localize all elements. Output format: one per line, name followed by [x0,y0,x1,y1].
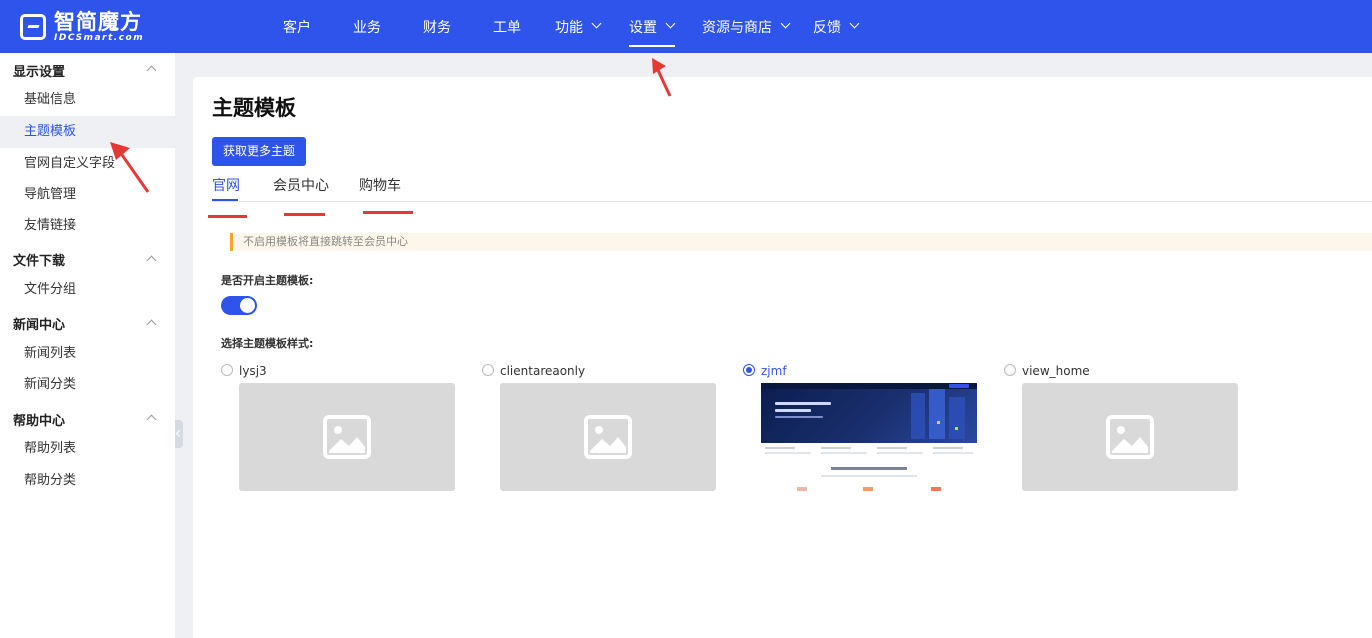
red-arrow-icon [110,142,150,193]
brand-logo[interactable]: 智简魔方 IDCSmart.com [20,10,144,44]
tab-member-center[interactable]: 会员中心 [273,175,329,195]
chevron-up-icon[interactable] [146,414,157,425]
theme-thumbnail-lysj3[interactable] [239,383,455,491]
nav-item-customers[interactable]: 客户 [283,0,311,53]
enable-template-label: 是否开启主题模板: [221,274,314,287]
preview-icon [863,487,873,491]
tab-website[interactable]: 官网 [212,175,240,195]
image-placeholder-icon [323,415,371,459]
image-placeholder-icon [584,415,632,459]
preview-subline [775,416,823,418]
brand-name-en: IDCSmart.com [54,32,145,43]
sidebar-group-display[interactable]: 显示设置 [13,61,65,80]
theme-radio-lysj3[interactable] [221,364,233,376]
theme-radio-view-home[interactable] [1004,364,1016,376]
preview-headline [775,402,831,405]
annotation-underline [284,213,325,216]
chevron-down-icon [665,18,676,29]
chevron-up-icon[interactable] [146,319,157,330]
sidebar-item-friend-links[interactable]: 友情链接 [0,210,175,242]
preview-feature [821,447,851,449]
red-arrow-icon [652,58,672,97]
nav-item-features[interactable]: 功能 [555,0,602,53]
theme-radio-zjmf[interactable] [743,364,755,376]
annotation-underline [363,211,413,214]
preview-graphic [937,421,940,424]
preview-headline [775,409,811,412]
nav-item-feedback[interactable]: 反馈 [813,0,860,53]
theme-thumbnail-zjmf[interactable] [761,383,977,491]
preview-feature [877,452,923,454]
preview-feature [933,447,963,449]
select-style-label: 选择主题模板样式: [221,337,314,350]
sidebar-group-news[interactable]: 新闻中心 [13,314,65,333]
theme-radio-clientareaonly[interactable] [482,364,494,376]
sidebar-item-help-categories[interactable]: 帮助分类 [0,465,175,497]
tab-shopping-cart[interactable]: 购物车 [359,175,401,195]
theme-label-lysj3[interactable]: lysj3 [239,364,267,378]
preview-graphic [955,427,958,430]
tabs-divider [212,201,1372,202]
preview-graphic [929,389,945,439]
preview-feature [933,452,973,454]
preview-section-sub [821,475,917,477]
annotation-underline [208,215,247,218]
preview-section-title [831,467,907,470]
preview-feature [821,452,867,454]
logo-icon [20,14,46,40]
chevron-down-icon [849,18,860,29]
preview-graphic [949,397,965,439]
chevron-down-icon [780,18,791,29]
preview-feature [765,447,795,449]
sidebar-item-file-groups[interactable]: 文件分组 [0,274,175,306]
nav-item-resources-store[interactable]: 资源与商店 [702,0,791,53]
brand-name-cn: 智简魔方 [54,9,142,34]
sidebar-group-downloads[interactable]: 文件下载 [13,250,65,269]
preview-graphic [911,393,925,439]
preview-icon [931,487,941,491]
sidebar-item-basic-info[interactable]: 基础信息 [0,84,175,116]
sidebar-item-news-list[interactable]: 新闻列表 [0,338,175,370]
page-title: 主题模板 [212,96,296,120]
enable-template-switch[interactable] [221,296,257,315]
theme-label-view-home[interactable]: view_home [1022,364,1090,378]
image-placeholder-icon [1106,415,1154,459]
notice-banner: 不启用模板将直接跳转至会员中心 [230,233,1372,251]
sidebar-collapse-handle[interactable] [175,420,183,448]
tab-active-indicator [212,199,238,201]
sidebar-item-news-categories[interactable]: 新闻分类 [0,369,175,401]
chevron-up-icon[interactable] [146,255,157,266]
preview-nav-button [949,384,969,388]
nav-item-tickets[interactable]: 工单 [493,0,521,53]
top-nav-bar: 智简魔方 IDCSmart.com 客户 业务 财务 工单 功能 设置 资源与商… [0,0,1372,53]
chevron-up-icon[interactable] [146,65,157,76]
preview-icon [797,487,807,491]
main-card [193,77,1372,638]
chevron-down-icon [591,18,602,29]
theme-thumbnail-clientareaonly[interactable] [500,383,716,491]
preview-feature [765,452,811,454]
theme-label-clientareaonly[interactable]: clientareaonly [500,364,585,378]
get-more-themes-button[interactable]: 获取更多主题 [212,137,306,166]
theme-label-zjmf[interactable]: zjmf [761,364,787,378]
theme-thumbnail-view-home[interactable] [1022,383,1238,491]
nav-active-indicator [629,45,675,47]
sidebar-group-help[interactable]: 帮助中心 [13,410,65,429]
nav-item-finance[interactable]: 财务 [423,0,451,53]
sidebar-item-help-list[interactable]: 帮助列表 [0,433,175,465]
preview-feature [877,447,907,449]
nav-item-business[interactable]: 业务 [353,0,381,53]
